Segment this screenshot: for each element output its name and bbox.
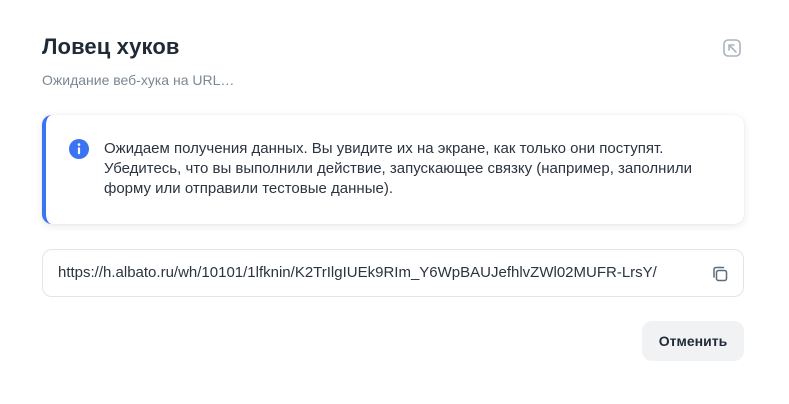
- info-notice: Ожидаем получения данных. Вы увидите их …: [42, 115, 744, 224]
- info-icon: [69, 139, 89, 159]
- dialog-subtitle: Ожидание веб-хука на URL…: [42, 72, 235, 88]
- copy-icon: [713, 266, 728, 282]
- webhook-url-field[interactable]: https://h.albato.ru/wh/10101/1lfknin/K2T…: [42, 249, 744, 297]
- collapse-arrow-icon: [723, 39, 741, 57]
- info-notice-text: Ожидаем получения данных. Вы увидите их …: [104, 140, 692, 197]
- cancel-button[interactable]: Отменить: [642, 321, 744, 361]
- copy-url-button[interactable]: [709, 263, 731, 285]
- webhook-catcher-dialog: Ловец хуков Ожидание веб-хука на URL… Ож…: [0, 0, 789, 404]
- dialog-title: Ловец хуков: [42, 34, 180, 59]
- webhook-url-text[interactable]: https://h.albato.ru/wh/10101/1lfknin/K2T…: [58, 263, 694, 283]
- collapse-button[interactable]: [718, 34, 746, 62]
